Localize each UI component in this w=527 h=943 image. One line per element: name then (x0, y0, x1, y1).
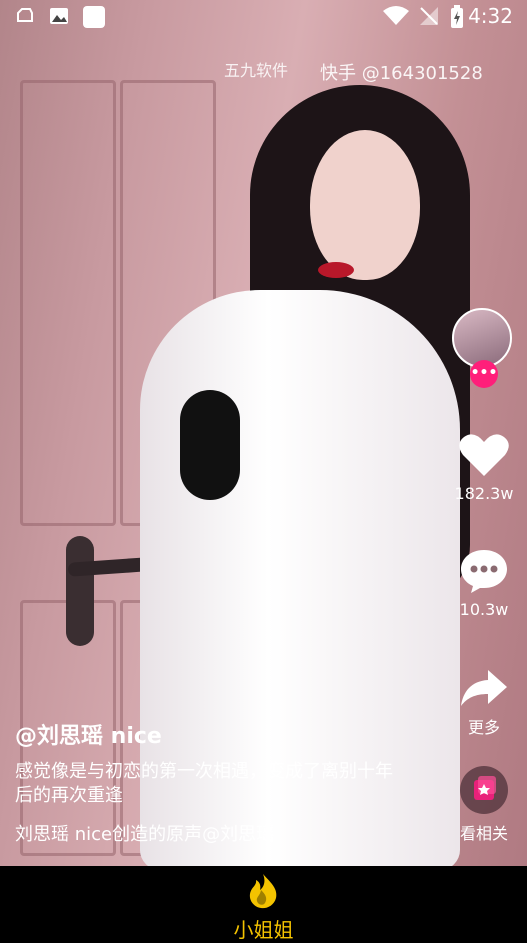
image-icon (48, 5, 70, 31)
person-top (180, 390, 240, 500)
wifi-icon (382, 5, 410, 31)
battery-charging-icon (450, 5, 464, 33)
comment-count: 10.3w (459, 600, 509, 619)
follow-button[interactable]: ••• (470, 360, 498, 388)
heart-icon (459, 434, 509, 476)
related-button[interactable]: 看相关 (444, 766, 524, 844)
like-button[interactable]: 182.3w (444, 432, 524, 503)
status-bar: 4:32 (0, 0, 527, 34)
avatar (452, 308, 512, 368)
person-lips (318, 262, 354, 278)
comment-button[interactable]: 10.3w (444, 548, 524, 619)
music-marquee[interactable]: 刘思瑶 nice创造的原声@刘思瑶 (15, 820, 297, 846)
watermark-left: 五九软件 (224, 61, 289, 80)
bottom-nav-label[interactable]: 小姐姐 (0, 914, 527, 943)
related-icon (460, 766, 508, 814)
like-count: 182.3w (454, 484, 514, 503)
video-description: 感觉像是与初恋的第一次相遇，变成了离别十年后的再次重逢 (15, 761, 393, 806)
author-avatar-button[interactable]: ••• (452, 308, 516, 388)
no-signal-icon (418, 5, 440, 31)
related-label: 看相关 (459, 824, 508, 843)
person-face (310, 130, 420, 280)
watermark-right: 快手 @164301528 (320, 63, 483, 84)
door-panel (20, 80, 116, 526)
share-arrow-icon (461, 670, 507, 706)
author-name[interactable]: @刘思瑶 nice (15, 718, 162, 750)
flame-icon[interactable] (246, 872, 280, 914)
share-label: 更多 (467, 718, 500, 737)
door-handle (66, 536, 94, 646)
comment-icon (461, 550, 507, 593)
status-time: 4:32 (468, 4, 513, 28)
app-icon (82, 5, 106, 33)
notification-icon (14, 5, 36, 31)
bottom-nav: 小姐姐 (0, 866, 527, 943)
share-button[interactable]: 更多 (444, 668, 524, 738)
